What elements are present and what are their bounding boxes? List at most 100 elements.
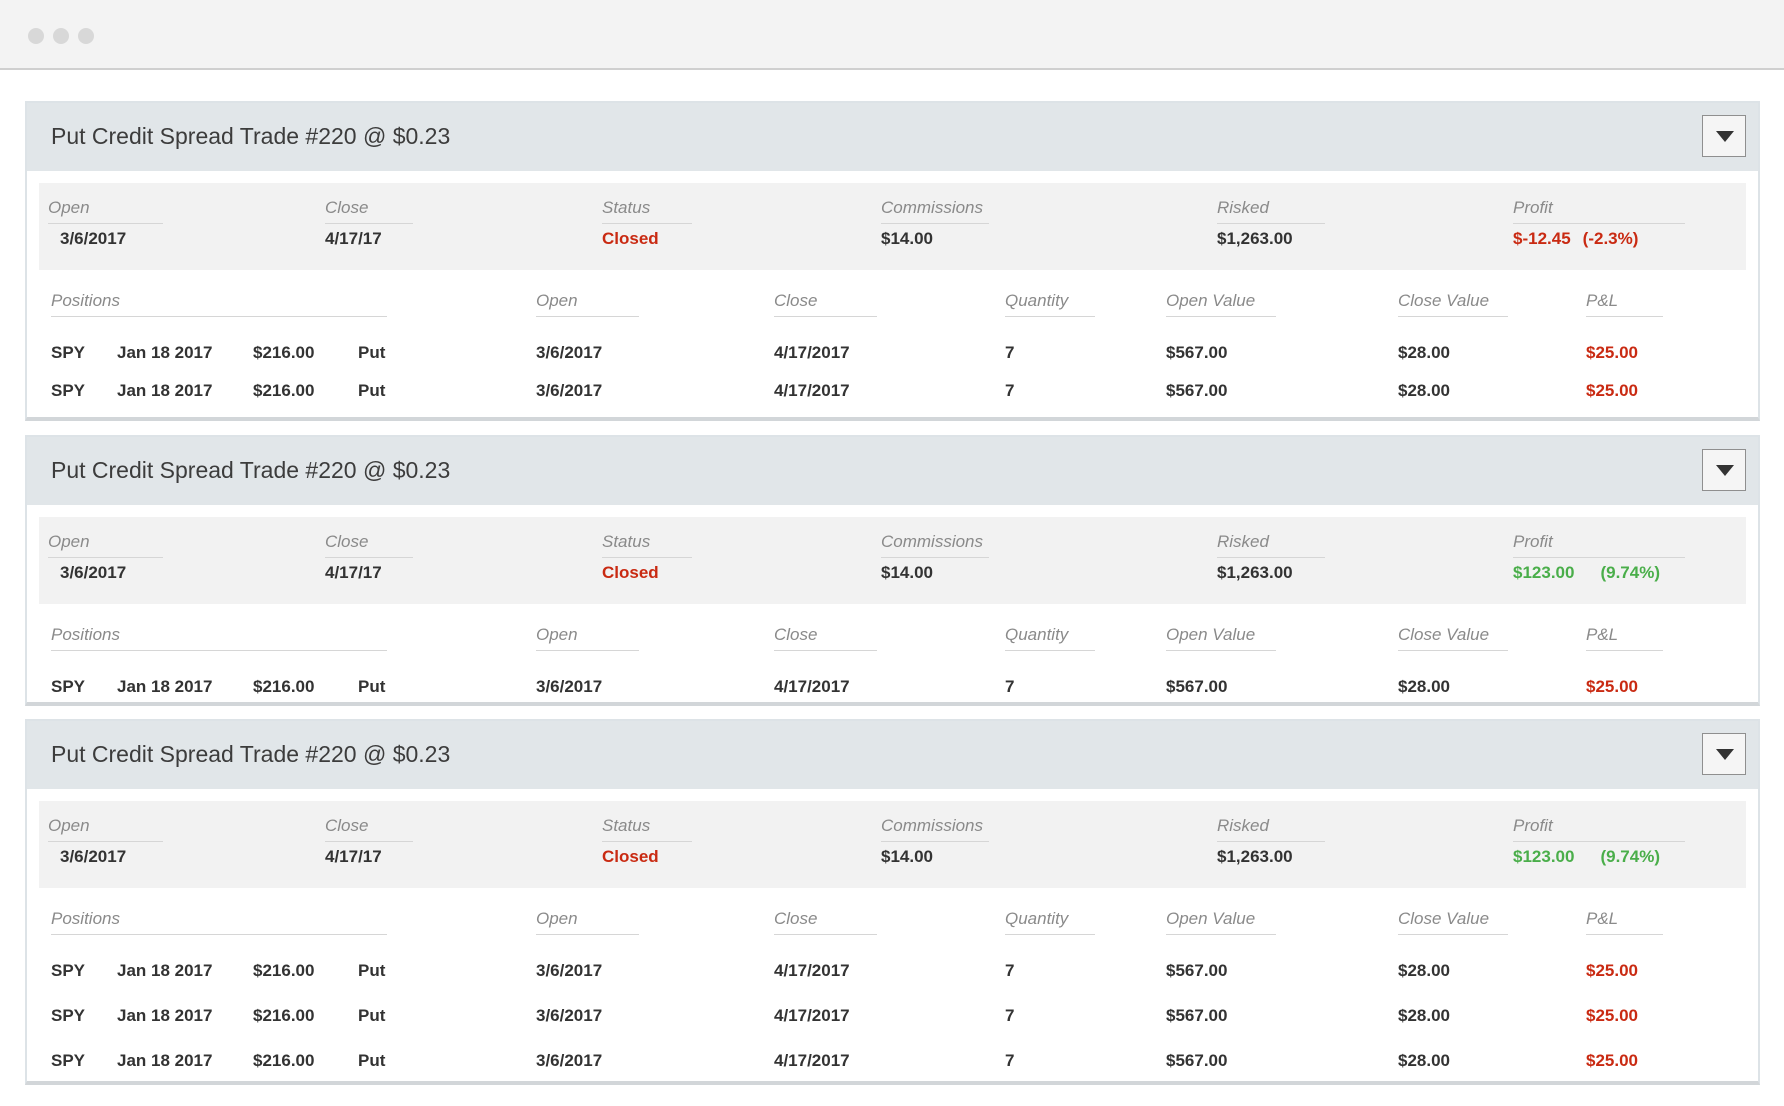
position-expiry: Jan 18 2017: [117, 1051, 213, 1070]
position-symbol: SPY: [51, 1051, 86, 1070]
position-quantity: 7: [1005, 343, 1015, 362]
position-expiry: Jan 18 2017: [117, 677, 213, 696]
position-pnl: $25.00: [1586, 1051, 1638, 1070]
position-close: 4/17/2017: [774, 381, 850, 400]
window-maximize-dot[interactable]: [78, 28, 94, 44]
position-close: 4/17/2017: [774, 677, 850, 696]
position-strike: $216.00: [253, 1051, 315, 1070]
summary-value-open: 3/6/2017: [60, 229, 127, 248]
position-strike: $216.00: [253, 677, 315, 696]
summary-label-open: Open: [48, 532, 163, 558]
positions-label-quantity: Quantity: [1005, 291, 1095, 317]
summary-value-profit: $123.00 (9.74%): [1513, 563, 1660, 583]
position-symbol: SPY: [51, 1006, 86, 1025]
position-row[interactable]: SPY Jan 18 2017 $216.00 Put 3/6/2017 4/17/201…: [27, 343, 1758, 367]
position-strike: $216.00: [253, 961, 315, 980]
positions-label-pnl: P&L: [1586, 909, 1663, 935]
position-strike: $216.00: [253, 1006, 315, 1025]
expand-dropdown-button[interactable]: [1702, 733, 1746, 775]
profit-percent: (9.74%): [1600, 847, 1660, 866]
position-close-value: $28.00: [1398, 1051, 1450, 1070]
positions-label-quantity: Quantity: [1005, 625, 1095, 651]
chevron-down-icon: [1716, 749, 1734, 760]
summary-value-profit: $123.00 (9.74%): [1513, 847, 1660, 867]
summary-value-risked: $1,263.00: [1217, 229, 1293, 248]
expand-dropdown-button[interactable]: [1702, 449, 1746, 491]
position-strike: $216.00: [253, 381, 315, 400]
position-strike: $216.00: [253, 343, 315, 362]
summary-value-close: 4/17/17: [325, 563, 382, 582]
summary-value-risked: $1,263.00: [1217, 847, 1293, 866]
summary-label-status: Status: [602, 198, 692, 224]
summary-label-risked: Risked: [1217, 198, 1325, 224]
position-quantity: 7: [1005, 381, 1015, 400]
positions-label-quantity: Quantity: [1005, 909, 1095, 935]
summary-value-status: Closed: [602, 229, 659, 248]
trade-title: Put Credit Spread Trade #220 @ $0.23: [51, 457, 451, 483]
profit-amount: $123.00: [1513, 847, 1575, 866]
position-quantity: 7: [1005, 961, 1015, 980]
positions-label-close: Close: [774, 909, 877, 935]
summary-value-open: 3/6/2017: [60, 847, 127, 866]
position-type: Put: [358, 1006, 386, 1025]
summary-label-commissions: Commissions: [881, 816, 989, 842]
summary-label-profit: Profit: [1513, 198, 1685, 224]
positions-label-open: Open: [536, 291, 639, 317]
positions-label-open-value: Open Value: [1166, 909, 1276, 935]
position-open-value: $567.00: [1166, 1051, 1228, 1070]
position-open: 3/6/2017: [536, 677, 603, 696]
expand-dropdown-button[interactable]: [1702, 115, 1746, 157]
positions-label-positions: Positions: [51, 909, 387, 935]
position-row[interactable]: SPY Jan 18 2017 $216.00 Put 3/6/2017 4/17/201…: [27, 677, 1758, 701]
positions-label-close: Close: [774, 291, 877, 317]
summary-label-profit: Profit: [1513, 532, 1685, 558]
chevron-down-icon: [1716, 131, 1734, 142]
position-close-value: $28.00: [1398, 343, 1450, 362]
trade-card: Put Credit Spread Trade #220 @ $0.23 Open…: [25, 719, 1760, 1085]
trade-card: Put Credit Spread Trade #220 @ $0.23 Open…: [25, 101, 1760, 421]
positions-label-open-value: Open Value: [1166, 625, 1276, 651]
trade-summary: Open Close Status Commissions Risked Profit 3/…: [39, 183, 1746, 270]
summary-value-commissions: $14.00: [881, 563, 933, 582]
summary-label-open: Open: [48, 816, 163, 842]
position-symbol: SPY: [51, 677, 86, 696]
position-type: Put: [358, 677, 386, 696]
position-close-value: $28.00: [1398, 961, 1450, 980]
position-pnl: $25.00: [1586, 961, 1638, 980]
position-close: 4/17/2017: [774, 961, 850, 980]
profit-amount: $123.00: [1513, 563, 1575, 582]
summary-value-profit: $-12.45 (-2.3%): [1513, 229, 1638, 249]
summary-value-close: 4/17/17: [325, 847, 382, 866]
summary-label-status: Status: [602, 532, 692, 558]
position-open: 3/6/2017: [536, 381, 603, 400]
position-open-value: $567.00: [1166, 677, 1228, 696]
position-expiry: Jan 18 2017: [117, 343, 213, 362]
window-minimize-dot[interactable]: [53, 28, 69, 44]
summary-value-close: 4/17/17: [325, 229, 382, 248]
position-row[interactable]: SPY Jan 18 2017 $216.00 Put 3/6/2017 4/17/201…: [27, 961, 1758, 985]
position-symbol: SPY: [51, 381, 86, 400]
position-quantity: 7: [1005, 1051, 1015, 1070]
trade-card-header: Put Credit Spread Trade #220 @ $0.23: [27, 103, 1758, 171]
summary-value-open: 3/6/2017: [60, 563, 127, 582]
position-row[interactable]: SPY Jan 18 2017 $216.00 Put 3/6/2017 4/17/201…: [27, 1051, 1758, 1075]
summary-value-risked: $1,263.00: [1217, 563, 1293, 582]
position-open: 3/6/2017: [536, 1006, 603, 1025]
summary-label-profit: Profit: [1513, 816, 1685, 842]
positions-label-open-value: Open Value: [1166, 291, 1276, 317]
position-close-value: $28.00: [1398, 677, 1450, 696]
positions-label-close-value: Close Value: [1398, 625, 1508, 651]
position-expiry: Jan 18 2017: [117, 961, 213, 980]
profit-percent: (-2.3%): [1582, 229, 1639, 248]
summary-label-risked: Risked: [1217, 816, 1325, 842]
summary-value-commissions: $14.00: [881, 229, 933, 248]
position-type: Put: [358, 381, 386, 400]
position-row[interactable]: SPY Jan 18 2017 $216.00 Put 3/6/2017 4/17/201…: [27, 1006, 1758, 1030]
position-row[interactable]: SPY Jan 18 2017 $216.00 Put 3/6/2017 4/17/201…: [27, 381, 1758, 405]
position-quantity: 7: [1005, 677, 1015, 696]
window-close-dot[interactable]: [28, 28, 44, 44]
summary-value-status: Closed: [602, 847, 659, 866]
position-open: 3/6/2017: [536, 961, 603, 980]
trade-title: Put Credit Spread Trade #220 @ $0.23: [51, 741, 451, 767]
position-close: 4/17/2017: [774, 1051, 850, 1070]
